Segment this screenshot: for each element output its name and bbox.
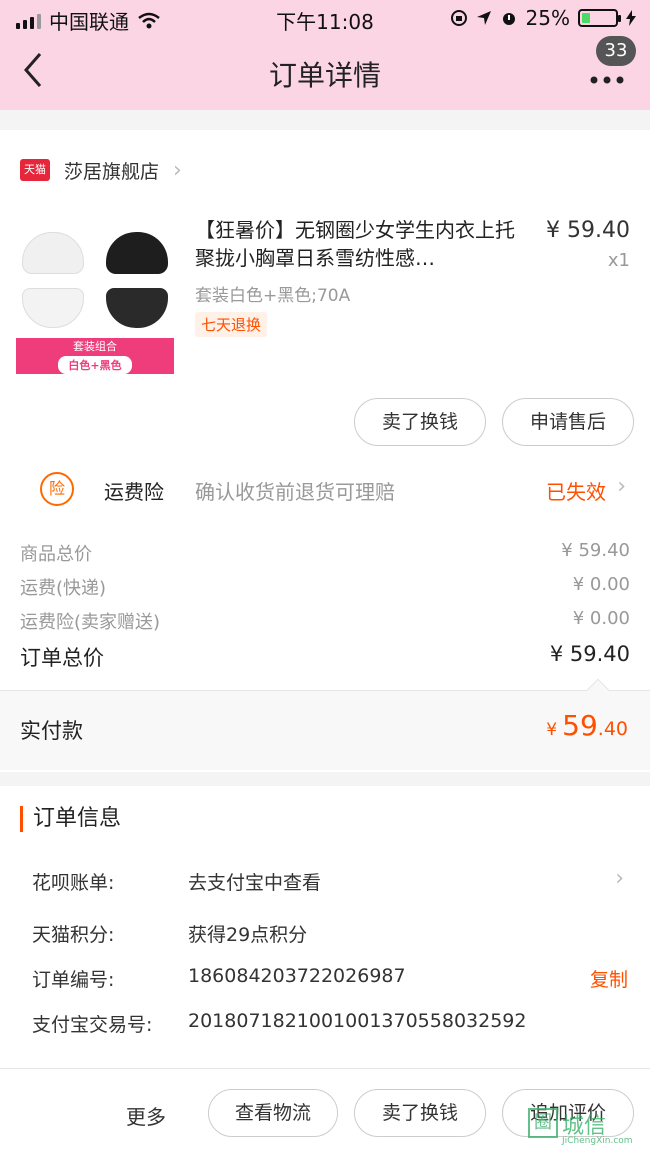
paid-decimal: .40 — [597, 718, 628, 740]
info-key: 订单编号: — [32, 969, 115, 991]
insurance-name: 运费险 — [104, 480, 164, 504]
watermark-icon: 圈 — [528, 1108, 558, 1138]
fee-label: 运费(快递) — [20, 578, 107, 599]
rotation-lock-icon — [450, 10, 467, 26]
white-panty-image — [22, 288, 84, 328]
chevron-right-icon: › — [615, 866, 624, 891]
charging-icon — [626, 10, 636, 26]
paid-amount-row: 实付款 ¥ 59.40 — [0, 678, 650, 770]
fee-row-insurance: 运费险(卖家赠送) ¥ 0.00 — [20, 608, 630, 634]
bottom-action-bar: 更多 查看物流 卖了换钱 追加评价 圈 城信 JiChengXin.com — [0, 1068, 650, 1156]
info-value: 2018071821001001370558032592 — [188, 1010, 527, 1032]
copy-button[interactable]: 复制 — [590, 965, 628, 992]
shipping-insurance-row[interactable]: 险 运费险 确认收货前退货可理赔 已失效 › — [0, 468, 650, 510]
watermark-url: JiChengXin.com — [562, 1136, 633, 1146]
insurance-desc: 确认收货前退货可理赔 — [195, 480, 395, 504]
tmall-logo: 天猫 — [20, 159, 50, 181]
insurance-icon: 险 — [40, 472, 74, 506]
watermark-logo: 圈 城信 JiChengXin.com — [526, 1106, 644, 1150]
paid-label: 实付款 — [20, 719, 83, 743]
shop-name: 莎居旗舰店 — [64, 160, 160, 183]
product-title[interactable]: 【狂暑价】无钢圈少女学生内衣上托聚拢小胸罩日系雪纺性感… — [195, 216, 525, 272]
product-quantity: x1 — [607, 250, 630, 271]
order-total-value: ¥ 59.40 — [549, 642, 630, 666]
more-button[interactable] — [590, 66, 630, 86]
return-policy-tag: 七天退换 — [195, 312, 268, 337]
info-key: 支付宝交易号: — [32, 1014, 153, 1036]
battery-icon — [578, 9, 621, 27]
order-total-row: 订单总价 ¥ 59.40 — [20, 642, 630, 672]
battery-percent: 25% — [525, 6, 570, 30]
black-panty-image — [106, 288, 168, 328]
status-bar: 中国联通 下午11:08 25% — [0, 0, 650, 36]
info-key: 花呗账单: — [32, 872, 115, 894]
chevron-right-icon: › — [173, 157, 182, 183]
message-count-badge: 33 — [596, 36, 636, 66]
order-info-heading: 订单信息 — [20, 806, 121, 832]
fee-row-shipping: 运费(快递) ¥ 0.00 — [20, 574, 630, 600]
fee-value: ¥ 0.00 — [572, 574, 630, 595]
paid-currency: ¥ — [546, 720, 558, 740]
status-right: 25% — [450, 6, 636, 30]
image-banner-text: 套装组合 — [73, 340, 117, 353]
battery-fill — [582, 13, 590, 23]
product-image[interactable]: 套装组合 白色+黑色 — [16, 222, 174, 374]
more-dots-icon — [590, 76, 624, 84]
resell-button[interactable]: 卖了换钱 — [354, 398, 486, 446]
paid-amount: ¥ 59.40 — [546, 709, 628, 742]
image-banner: 套装组合 白色+黑色 — [16, 338, 174, 374]
fee-value: ¥ 0.00 — [572, 608, 630, 629]
product-price: ¥ 59.40 — [546, 218, 630, 243]
view-logistics-button[interactable]: 查看物流 — [208, 1089, 338, 1137]
fee-value: ¥ 59.40 — [561, 540, 630, 561]
page-title: 订单详情 — [268, 59, 381, 92]
nav-bar: 订单详情 33 — [0, 36, 650, 110]
chevron-right-icon: › — [617, 474, 626, 499]
fee-label: 商品总价 — [20, 544, 92, 565]
shop-link[interactable]: 天猫 莎居旗舰店 › — [20, 157, 182, 183]
info-value: 186084203722026987 — [188, 965, 406, 987]
black-bra-image — [106, 232, 168, 274]
info-key: 天猫积分: — [32, 924, 115, 946]
resell-bottom-button[interactable]: 卖了换钱 — [354, 1089, 486, 1137]
alarm-icon — [502, 13, 515, 25]
info-value: 去支付宝中查看 — [188, 872, 322, 894]
location-icon — [476, 11, 491, 25]
image-banner-pill: 白色+黑色 — [58, 356, 132, 374]
after-sale-button[interactable]: 申请售后 — [502, 398, 634, 446]
product-sku: 套装白色+黑色;70A — [195, 286, 351, 306]
white-bra-image — [22, 232, 84, 274]
order-total-label: 订单总价 — [20, 646, 104, 670]
paid-integer: 59 — [562, 709, 598, 742]
more-actions-button[interactable]: 更多 — [126, 1101, 166, 1130]
fee-row-goods: 商品总价 ¥ 59.40 — [20, 540, 630, 566]
info-value: 获得29点积分 — [188, 924, 308, 946]
insurance-status: 已失效 — [546, 480, 606, 504]
fee-label: 运费险(卖家赠送) — [20, 612, 161, 633]
